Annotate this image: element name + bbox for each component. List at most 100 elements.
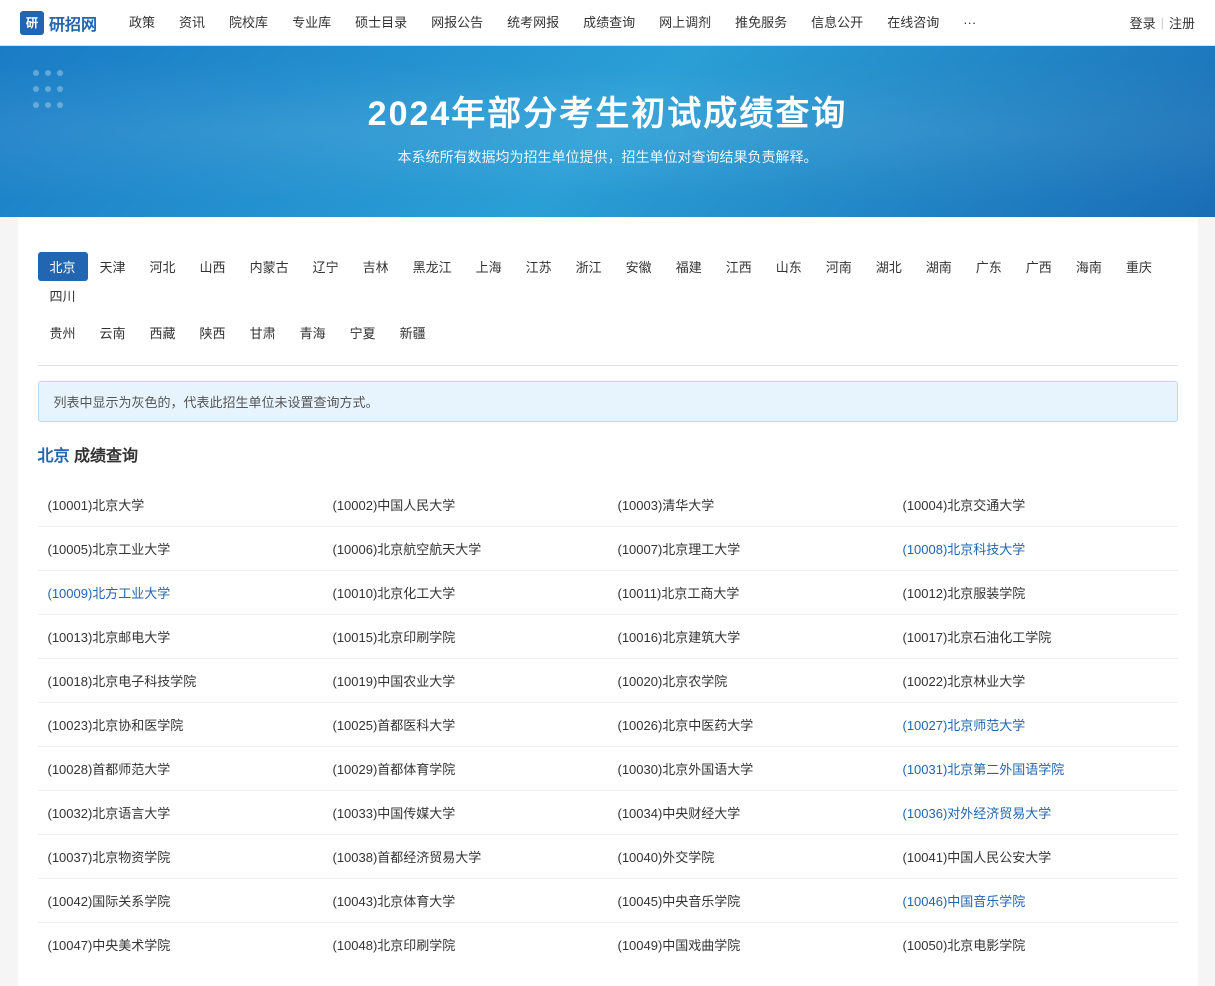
uni-link-10008[interactable]: (10008)北京科技大学 bbox=[903, 542, 1026, 557]
university-grid: (10001)北京大学(10002)中国人民大学(10003)清华大学(1000… bbox=[38, 483, 1178, 966]
province-btn-黑龙江[interactable]: 黑龙江 bbox=[401, 252, 464, 281]
nav-item-成绩查询[interactable]: 成绩查询 bbox=[571, 0, 647, 46]
nav-item-硕士目录[interactable]: 硕士目录 bbox=[343, 0, 419, 46]
uni-cell-10038: (10038)首都经济贸易大学 bbox=[323, 835, 608, 879]
province-btn-吉林[interactable]: 吉林 bbox=[351, 252, 401, 281]
uni-cell-10010: (10010)北京化工大学 bbox=[323, 571, 608, 615]
uni-cell-10020: (10020)北京农学院 bbox=[608, 659, 893, 703]
uni-cell-10041: (10041)中国人民公安大学 bbox=[893, 835, 1178, 879]
province-btn-广东[interactable]: 广东 bbox=[964, 252, 1014, 281]
uni-cell-10015: (10015)北京印刷学院 bbox=[323, 615, 608, 659]
province-btn-江西[interactable]: 江西 bbox=[714, 252, 764, 281]
province-btn-四川[interactable]: 四川 bbox=[38, 281, 88, 310]
nav-menu: 政策资讯院校库专业库硕士目录网报公告统考网报成绩查询网上调剂推免服务信息公开在线… bbox=[117, 0, 1130, 46]
uni-cell-10016: (10016)北京建筑大学 bbox=[608, 615, 893, 659]
nav-item-信息公开[interactable]: 信息公开 bbox=[799, 0, 875, 46]
province-btn-青海[interactable]: 青海 bbox=[288, 318, 338, 347]
province-btn-河南[interactable]: 河南 bbox=[814, 252, 864, 281]
hero-subtitle: 本系统所有数据均为招生单位提供，招生单位对查询结果负责解释。 bbox=[20, 147, 1195, 167]
province-btn-广西[interactable]: 广西 bbox=[1014, 252, 1064, 281]
nav-item-网报公告[interactable]: 网报公告 bbox=[419, 0, 495, 46]
hero-title: 2024年部分考生初试成绩查询 bbox=[20, 86, 1195, 135]
province-btn-山西[interactable]: 山西 bbox=[188, 252, 238, 281]
province-btn-湖南[interactable]: 湖南 bbox=[914, 252, 964, 281]
uni-link-10036[interactable]: (10036)对外经济贸易大学 bbox=[903, 806, 1052, 821]
province-btn-辽宁[interactable]: 辽宁 bbox=[301, 252, 351, 281]
uni-link-10009[interactable]: (10009)北方工业大学 bbox=[48, 586, 171, 601]
uni-link-10046[interactable]: (10046)中国音乐学院 bbox=[903, 894, 1026, 909]
province-btn-新疆[interactable]: 新疆 bbox=[388, 318, 438, 347]
hero-banner: 2024年部分考生初试成绩查询 本系统所有数据均为招生单位提供，招生单位对查询结… bbox=[0, 46, 1215, 217]
table-row: (10013)北京邮电大学(10015)北京印刷学院(10016)北京建筑大学(… bbox=[38, 615, 1178, 659]
navbar: 研 研招网 政策资讯院校库专业库硕士目录网报公告统考网报成绩查询网上调剂推免服务… bbox=[0, 0, 1215, 46]
table-row: (10042)国际关系学院(10043)北京体育大学(10045)中央音乐学院(… bbox=[38, 879, 1178, 923]
uni-cell-10049: (10049)中国戏曲学院 bbox=[608, 923, 893, 967]
uni-cell-10025: (10025)首都医科大学 bbox=[323, 703, 608, 747]
logo[interactable]: 研 研招网 bbox=[20, 11, 97, 35]
province-btn-甘肃[interactable]: 甘肃 bbox=[238, 318, 288, 347]
province-btn-重庆[interactable]: 重庆 bbox=[1114, 252, 1164, 281]
uni-cell-10030: (10030)北京外国语大学 bbox=[608, 747, 893, 791]
uni-cell-10040: (10040)外交学院 bbox=[608, 835, 893, 879]
section-title-prefix: 北京 bbox=[38, 448, 70, 465]
nav-item-在线咨询[interactable]: 在线咨询 bbox=[875, 0, 951, 46]
uni-cell-10045: (10045)中央音乐学院 bbox=[608, 879, 893, 923]
nav-item-专业库[interactable]: 专业库 bbox=[280, 0, 343, 46]
uni-cell-10050: (10050)北京电影学院 bbox=[893, 923, 1178, 967]
uni-cell-10018: (10018)北京电子科技学院 bbox=[38, 659, 323, 703]
table-row: (10023)北京协和医学院(10025)首都医科大学(10026)北京中医药大… bbox=[38, 703, 1178, 747]
table-row: (10009)北方工业大学(10010)北京化工大学(10011)北京工商大学(… bbox=[38, 571, 1178, 615]
table-row: (10032)北京语言大学(10033)中国传媒大学(10034)中央财经大学(… bbox=[38, 791, 1178, 835]
logo-icon: 研 bbox=[20, 11, 44, 35]
province-btn-西藏[interactable]: 西藏 bbox=[138, 318, 188, 347]
nav-item-资讯[interactable]: 资讯 bbox=[167, 0, 217, 46]
main-content: 北京天津河北山西内蒙古辽宁吉林黑龙江上海江苏浙江安徽福建江西山东河南湖北湖南广东… bbox=[18, 217, 1198, 986]
province-btn-北京[interactable]: 北京 bbox=[38, 252, 88, 281]
province-btn-陕西[interactable]: 陕西 bbox=[188, 318, 238, 347]
notice-box: 列表中显示为灰色的，代表此招生单位未设置查询方式。 bbox=[38, 381, 1178, 422]
table-row: (10001)北京大学(10002)中国人民大学(10003)清华大学(1000… bbox=[38, 483, 1178, 527]
register-link[interactable]: 注册 bbox=[1169, 13, 1195, 32]
uni-cell-10005: (10005)北京工业大学 bbox=[38, 527, 323, 571]
province-btn-安徽[interactable]: 安徽 bbox=[614, 252, 664, 281]
uni-cell-10022: (10022)北京林业大学 bbox=[893, 659, 1178, 703]
uni-cell-10001: (10001)北京大学 bbox=[38, 483, 323, 527]
uni-cell-10019: (10019)中国农业大学 bbox=[323, 659, 608, 703]
uni-cell-10002: (10002)中国人民大学 bbox=[323, 483, 608, 527]
province-btn-山东[interactable]: 山东 bbox=[764, 252, 814, 281]
nav-item-推免服务[interactable]: 推免服务 bbox=[723, 0, 799, 46]
uni-cell-10007: (10007)北京理工大学 bbox=[608, 527, 893, 571]
uni-link-10027[interactable]: (10027)北京师范大学 bbox=[903, 718, 1026, 733]
uni-cell-10032: (10032)北京语言大学 bbox=[38, 791, 323, 835]
province-btn-浙江[interactable]: 浙江 bbox=[564, 252, 614, 281]
province-btn-福建[interactable]: 福建 bbox=[664, 252, 714, 281]
province-row-1: 北京天津河北山西内蒙古辽宁吉林黑龙江上海江苏浙江安徽福建江西山东河南湖北湖南广东… bbox=[38, 252, 1178, 310]
login-link[interactable]: 登录 bbox=[1130, 13, 1156, 32]
province-btn-天津[interactable]: 天津 bbox=[88, 252, 138, 281]
nav-item-院校库[interactable]: 院校库 bbox=[217, 0, 280, 46]
logo-text: 研招网 bbox=[49, 11, 97, 35]
nav-item-政策[interactable]: 政策 bbox=[117, 0, 167, 46]
nav-item-···[interactable]: ··· bbox=[951, 0, 988, 46]
uni-cell-10042: (10042)国际关系学院 bbox=[38, 879, 323, 923]
province-btn-内蒙古[interactable]: 内蒙古 bbox=[238, 252, 301, 281]
section-title: 北京 成绩查询 bbox=[38, 437, 1178, 471]
uni-cell-10011: (10011)北京工商大学 bbox=[608, 571, 893, 615]
nav-item-网上调剂[interactable]: 网上调剂 bbox=[647, 0, 723, 46]
uni-cell-10006: (10006)北京航空航天大学 bbox=[323, 527, 608, 571]
province-btn-海南[interactable]: 海南 bbox=[1064, 252, 1114, 281]
province-btn-上海[interactable]: 上海 bbox=[464, 252, 514, 281]
uni-cell-10029: (10029)首都体育学院 bbox=[323, 747, 608, 791]
uni-link-10031[interactable]: (10031)北京第二外国语学院 bbox=[903, 762, 1065, 777]
nav-item-统考网报[interactable]: 统考网报 bbox=[495, 0, 571, 46]
province-btn-云南[interactable]: 云南 bbox=[88, 318, 138, 347]
province-btn-湖北[interactable]: 湖北 bbox=[864, 252, 914, 281]
table-row: (10005)北京工业大学(10006)北京航空航天大学(10007)北京理工大… bbox=[38, 527, 1178, 571]
uni-cell-10013: (10013)北京邮电大学 bbox=[38, 615, 323, 659]
uni-cell-10023: (10023)北京协和医学院 bbox=[38, 703, 323, 747]
province-btn-江苏[interactable]: 江苏 bbox=[514, 252, 564, 281]
uni-cell-10004: (10004)北京交通大学 bbox=[893, 483, 1178, 527]
province-btn-贵州[interactable]: 贵州 bbox=[38, 318, 88, 347]
province-btn-河北[interactable]: 河北 bbox=[138, 252, 188, 281]
province-btn-宁夏[interactable]: 宁夏 bbox=[338, 318, 388, 347]
